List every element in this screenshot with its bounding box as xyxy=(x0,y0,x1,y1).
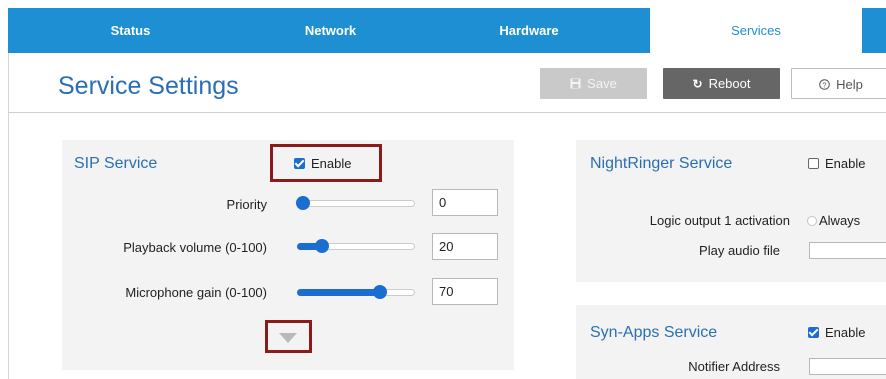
playback-volume-label: Playback volume (0-100) xyxy=(123,240,267,255)
save-button[interactable]: Save xyxy=(540,68,647,99)
notifier-address-label: Notifier Address xyxy=(688,359,780,374)
tab-network[interactable]: Network xyxy=(253,8,408,53)
syn-apps-enable-label: Enable xyxy=(825,325,866,340)
priority-slider[interactable] xyxy=(296,195,417,211)
playback-volume-slider[interactable] xyxy=(297,238,417,254)
microphone-gain-slider[interactable] xyxy=(297,284,417,300)
slider-thumb[interactable] xyxy=(315,239,329,253)
logic-output-label: Logic output 1 activation xyxy=(649,213,790,228)
nightringer-enable-label: Enable xyxy=(825,156,866,171)
help-label: Help xyxy=(836,77,863,92)
syn-apps-enable-checkbox[interactable]: Enable xyxy=(808,325,865,340)
tab-services[interactable]: Services xyxy=(650,8,862,53)
syn-apps-service-title: Syn-Apps Service xyxy=(590,324,718,341)
top-nav: Status Network Hardware Services xyxy=(8,8,886,53)
svg-text:?: ? xyxy=(823,80,827,89)
tab-hardware[interactable]: Hardware xyxy=(408,8,650,53)
triangle-down-icon xyxy=(279,333,297,343)
radio-icon xyxy=(807,216,817,226)
audio-file-input[interactable] xyxy=(809,242,886,259)
checkbox-unchecked-icon xyxy=(808,158,819,169)
question-circle-icon: ? xyxy=(819,70,830,101)
refresh-icon: ↻ xyxy=(692,77,703,91)
sip-service-title: SIP Service xyxy=(74,155,158,172)
page-title: Service Settings xyxy=(58,72,239,100)
header-divider xyxy=(8,112,886,113)
nightringer-service-title: NightRinger Service xyxy=(590,155,733,172)
help-button[interactable]: ? Help xyxy=(791,68,886,99)
sip-enable-checkbox[interactable]: Enable xyxy=(294,156,351,171)
slider-thumb[interactable] xyxy=(373,285,387,299)
checkbox-checked-icon xyxy=(294,158,305,169)
reboot-label: Reboot xyxy=(708,76,751,91)
tab-status[interactable]: Status xyxy=(8,8,253,53)
reboot-button[interactable]: ↻ Reboot xyxy=(663,68,780,99)
microphone-gain-label: Microphone gain (0-100) xyxy=(125,285,267,300)
logic-always-radio[interactable]: Always xyxy=(807,213,860,228)
notifier-address-input[interactable] xyxy=(809,358,886,375)
floppy-disk-icon xyxy=(570,69,581,100)
slider-thumb[interactable] xyxy=(296,196,310,210)
logic-always-label: Always xyxy=(819,213,861,228)
expand-button[interactable] xyxy=(265,320,312,353)
nightringer-enable-checkbox[interactable]: Enable xyxy=(808,156,865,171)
nav-edge xyxy=(862,8,886,53)
left-border xyxy=(8,53,9,379)
playback-volume-input[interactable]: 20 xyxy=(432,233,498,260)
play-audio-label: Play audio file xyxy=(699,243,780,258)
checkbox-checked-icon xyxy=(808,327,819,338)
sip-enable-label: Enable xyxy=(311,156,352,171)
priority-label: Priority xyxy=(226,197,267,212)
priority-input[interactable]: 0 xyxy=(432,189,498,216)
microphone-gain-input[interactable]: 70 xyxy=(432,278,498,305)
save-label: Save xyxy=(587,76,617,91)
